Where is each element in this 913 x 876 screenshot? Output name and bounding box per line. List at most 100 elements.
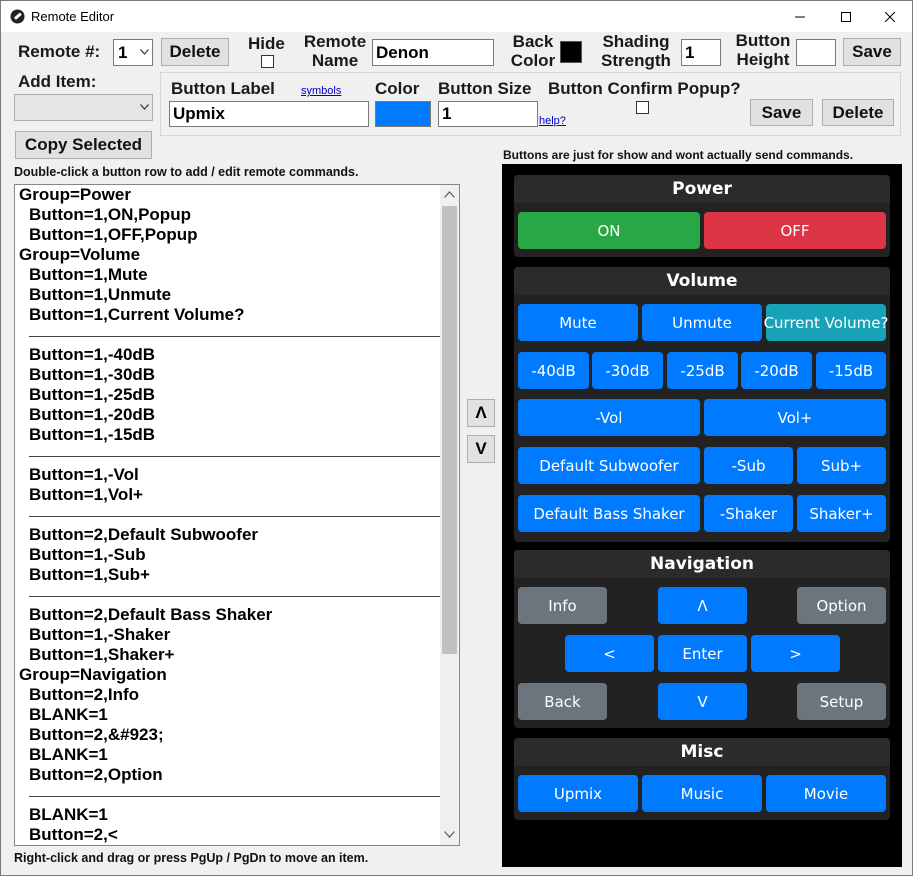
- back-color-swatch[interactable]: [560, 41, 582, 63]
- volume-up-button[interactable]: Vol+: [704, 399, 886, 436]
- list-item-row[interactable]: Button=1,-40dB: [15, 345, 440, 365]
- sub-up-button[interactable]: Sub+: [797, 447, 886, 484]
- music-button[interactable]: Music: [642, 775, 762, 812]
- list-item-row[interactable]: Button=1,-30dB: [15, 365, 440, 385]
- sub-down-button[interactable]: -Sub: [704, 447, 793, 484]
- list-item-row[interactable]: Button=1,-20dB: [15, 405, 440, 425]
- button-color-swatch[interactable]: [375, 101, 431, 127]
- hide-checkbox[interactable]: [261, 55, 274, 68]
- list-separator-row[interactable]: [15, 445, 440, 465]
- current-volume-button[interactable]: Current Volume?: [764, 304, 888, 341]
- minus-20db-button[interactable]: -20dB: [741, 352, 812, 389]
- list-scroll-thumb[interactable]: [442, 206, 457, 654]
- list-group-row[interactable]: Group=Volume: [15, 245, 440, 265]
- delete-remote-button[interactable]: Delete: [161, 38, 229, 66]
- symbols-link[interactable]: symbols: [301, 85, 341, 97]
- close-button[interactable]: [867, 1, 913, 32]
- list-item-row[interactable]: Button=2,Default Bass Shaker: [15, 605, 440, 625]
- nav-left-button[interactable]: <: [565, 635, 654, 672]
- back-button[interactable]: Back: [518, 683, 607, 720]
- button-size-label: Button Size: [438, 79, 532, 98]
- color-label: Color: [375, 79, 420, 98]
- save-remote-button[interactable]: Save: [843, 38, 901, 66]
- add-item-select[interactable]: [14, 94, 153, 121]
- movie-button[interactable]: Movie: [766, 775, 886, 812]
- button-label-input[interactable]: Upmix: [169, 101, 369, 127]
- enter-button[interactable]: Enter: [658, 635, 747, 672]
- shading-strength-input[interactable]: 1: [681, 39, 721, 66]
- list-item-row[interactable]: Button=1,Unmute: [15, 285, 440, 305]
- default-subwoofer-button[interactable]: Default Subwoofer: [518, 447, 700, 484]
- list-item-row[interactable]: Button=1,-Shaker: [15, 625, 440, 645]
- minus-30db-button[interactable]: -30dB: [592, 352, 663, 389]
- power-on-button[interactable]: ON: [518, 212, 700, 249]
- volume-group-panel: Volume Mute Unmute Current Volume? -40dB…: [514, 267, 890, 542]
- move-up-button[interactable]: Λ: [467, 399, 495, 427]
- power-off-button[interactable]: OFF: [704, 212, 886, 249]
- option-button[interactable]: Option: [797, 587, 886, 624]
- minus-40db-button[interactable]: -40dB: [518, 352, 589, 389]
- setup-button[interactable]: Setup: [797, 683, 886, 720]
- move-down-button[interactable]: V: [467, 435, 495, 463]
- button-confirm-popup-checkbox[interactable]: [636, 101, 649, 114]
- button-label-label: Button Label: [171, 79, 275, 98]
- remote-preview: Power ON OFF Volume Mute Unmute Current …: [502, 164, 902, 867]
- upmix-button[interactable]: Upmix: [518, 775, 638, 812]
- shading-strength-label: Shading Strength: [597, 32, 675, 70]
- list-separator-row[interactable]: [15, 505, 440, 525]
- remote-name-input[interactable]: Denon: [372, 39, 494, 66]
- command-list[interactable]: Group=Power Button=1,ON,Popup Button=1,OFF…: [14, 184, 460, 846]
- list-scrollbar[interactable]: [440, 185, 459, 845]
- list-item-row[interactable]: Button=1,ON,Popup: [15, 205, 440, 225]
- list-separator-row[interactable]: [15, 585, 440, 605]
- list-group-row[interactable]: Group=Power: [15, 185, 440, 205]
- nav-down-button[interactable]: V: [658, 683, 747, 720]
- list-group-row[interactable]: Group=Navigation: [15, 665, 440, 685]
- minus-25db-button[interactable]: -25dB: [667, 352, 738, 389]
- list-item-row[interactable]: Button=1,-15dB: [15, 425, 440, 445]
- shaker-up-button[interactable]: Shaker+: [797, 495, 886, 532]
- scroll-down-icon[interactable]: [444, 831, 455, 838]
- list-item-row[interactable]: BLANK=1: [15, 805, 440, 825]
- nav-right-button[interactable]: >: [751, 635, 840, 672]
- list-item-row[interactable]: BLANK=1: [15, 705, 440, 725]
- shaker-down-button[interactable]: -Shaker: [704, 495, 793, 532]
- hide-label: Hide: [248, 34, 285, 53]
- save-item-button[interactable]: Save: [750, 99, 813, 126]
- button-size-input[interactable]: 1: [438, 101, 538, 127]
- nav-up-button[interactable]: Λ: [658, 587, 747, 624]
- copy-selected-button[interactable]: Copy Selected: [15, 131, 152, 159]
- list-item-row[interactable]: Button=2,Default Subwoofer: [15, 525, 440, 545]
- list-item-row[interactable]: Button=1,Shaker+: [15, 645, 440, 665]
- maximize-button[interactable]: [823, 1, 869, 32]
- volume-down-button[interactable]: -Vol: [518, 399, 700, 436]
- list-item-row[interactable]: Button=1,Sub+: [15, 565, 440, 585]
- list-item-row[interactable]: Button=1,-Vol: [15, 465, 440, 485]
- list-item-row[interactable]: Button=1,Mute: [15, 265, 440, 285]
- list-item-row[interactable]: Button=2,<: [15, 825, 440, 845]
- info-button[interactable]: Info: [518, 587, 607, 624]
- minus-15db-button[interactable]: -15dB: [816, 352, 886, 389]
- list-item-row[interactable]: BLANK=1: [15, 745, 440, 765]
- help-link[interactable]: help?: [539, 115, 566, 127]
- scroll-up-icon[interactable]: [444, 191, 455, 198]
- preview-note: Buttons are just for show and wont actua…: [503, 148, 854, 162]
- list-item-row[interactable]: Button=1,Current Volume?: [15, 305, 440, 325]
- list-separator-row[interactable]: [15, 325, 440, 345]
- list-item-row[interactable]: Button=1,-25dB: [15, 385, 440, 405]
- list-item-row[interactable]: Button=1,OFF,Popup: [15, 225, 440, 245]
- list-item-row[interactable]: Button=1,-Sub: [15, 545, 440, 565]
- list-item-row[interactable]: Button=1,Vol+: [15, 485, 440, 505]
- add-item-label: Add Item:: [18, 72, 97, 91]
- list-item-row[interactable]: Button=2,Option: [15, 765, 440, 785]
- list-item-row[interactable]: Button=2,Info: [15, 685, 440, 705]
- minimize-button[interactable]: [777, 1, 823, 32]
- button-height-input[interactable]: [796, 39, 836, 66]
- remote-number-select[interactable]: 1: [113, 39, 153, 66]
- list-separator-row[interactable]: [15, 785, 440, 805]
- delete-item-button[interactable]: Delete: [822, 99, 894, 126]
- unmute-button[interactable]: Unmute: [642, 304, 762, 341]
- default-bass-shaker-button[interactable]: Default Bass Shaker: [518, 495, 700, 532]
- mute-button[interactable]: Mute: [518, 304, 638, 341]
- list-item-row[interactable]: Button=2,&#923;: [15, 725, 440, 745]
